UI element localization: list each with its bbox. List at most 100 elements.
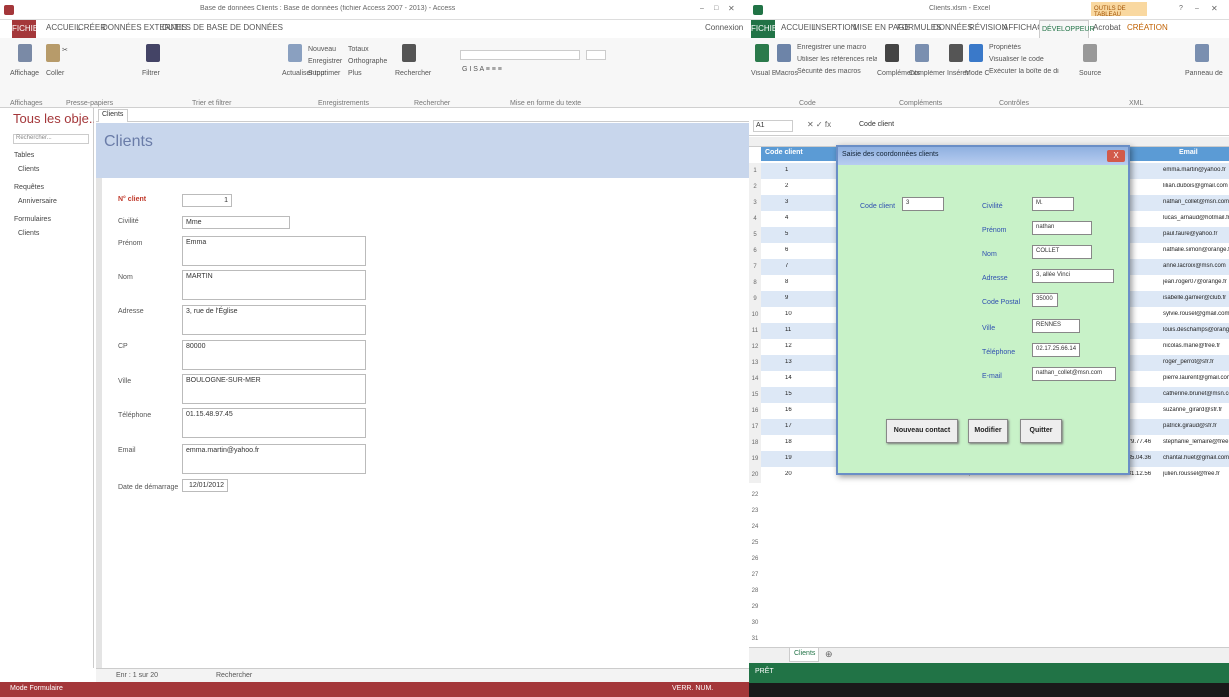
add-sheet-icon[interactable]: ⊕ — [825, 649, 833, 660]
cell-code-client[interactable]: 13 — [785, 359, 815, 365]
xl-tab-design[interactable]: CRÉATION — [1127, 23, 1168, 32]
ville-input[interactable]: RENNES — [1032, 319, 1080, 333]
adresse-input[interactable]: 3, allée Vinci — [1032, 269, 1114, 283]
cell-email[interactable]: stephanie_lemaire@free.com — [1163, 439, 1229, 445]
nav-item-table-clients[interactable]: Clients — [18, 166, 39, 173]
find-button[interactable]: Rechercher — [395, 70, 431, 77]
tab-clients-form[interactable]: Clients — [98, 109, 128, 122]
cell-code-client[interactable]: 8 — [785, 279, 815, 285]
cell-email[interactable]: lucas_arnaud@hotmail.fr — [1163, 215, 1229, 221]
filter-icon[interactable] — [146, 44, 160, 62]
nav-pane-header[interactable]: Tous les obje... — [10, 108, 94, 130]
code-postal-input[interactable]: 35000 — [1032, 293, 1058, 307]
client-number-field[interactable]: 1 — [182, 194, 232, 207]
cell-email[interactable]: patrick.giraud@sfr.fr — [1163, 423, 1229, 429]
email-input[interactable]: nathan_collet@msn.com — [1032, 367, 1116, 381]
view-code-button[interactable]: Visualiser le code — [989, 56, 1049, 63]
start-date-field[interactable]: 12/01/2012 — [182, 479, 228, 492]
macros-icon[interactable] — [777, 44, 791, 62]
macro-security-button[interactable]: Sécurité des macros — [797, 68, 877, 75]
cell-code-client[interactable]: 3 — [785, 199, 815, 205]
cell-code-client[interactable]: 5 — [785, 231, 815, 237]
cell-email[interactable]: nathan_collet@msn.com — [1163, 199, 1229, 205]
nav-section-forms[interactable]: Formulaires — [14, 216, 51, 223]
cell-email[interactable]: louis.deschamps@orange.fr — [1163, 327, 1229, 333]
paste-button[interactable]: Coller — [46, 70, 64, 77]
xl-close-icon[interactable]: ✕ — [1211, 4, 1218, 13]
view-icon[interactable] — [18, 44, 32, 62]
format-buttons[interactable]: G I S A ≡ ≡ ≡ — [462, 66, 502, 73]
filter-button[interactable]: Filtrer — [142, 70, 160, 77]
visual-basic-button[interactable]: Visual Basic — [751, 70, 775, 77]
com-addins-icon[interactable] — [915, 44, 929, 62]
nav-item-form-clients[interactable]: Clients — [18, 230, 39, 237]
cell-email[interactable]: nicolas.marie@free.fr — [1163, 343, 1229, 349]
refresh-icon[interactable] — [288, 44, 302, 62]
document-panel-button[interactable]: Panneau de document — [1185, 70, 1225, 77]
nav-section-queries[interactable]: Requêtes — [14, 184, 44, 191]
sign-in-link[interactable]: Connexion — [705, 23, 743, 32]
cell-email[interactable]: lilian.dubois@gmail.com — [1163, 183, 1229, 189]
xl-tab-file[interactable]: FICHIER — [751, 20, 783, 38]
xml-source-icon[interactable] — [1083, 44, 1097, 62]
sheet-tab-clients[interactable]: Clients — [789, 648, 819, 662]
cell-email[interactable]: suzanne_girard@sfr.fr — [1163, 407, 1229, 413]
cell-email[interactable]: catherine.brunet@msn.com — [1163, 391, 1229, 397]
lastname-field[interactable]: MARTIN — [182, 270, 366, 300]
paste-icon[interactable] — [46, 44, 60, 62]
xml-source-button[interactable]: Source — [1079, 70, 1101, 77]
xl-tab-data[interactable]: DONNÉES — [933, 23, 973, 32]
civilite-combo[interactable]: M. — [1032, 197, 1074, 211]
nav-item-query-anniversaire[interactable]: Anniversaire — [18, 198, 57, 205]
email-field[interactable]: emma.martin@yahoo.fr — [182, 444, 366, 474]
xl-minimize-icon[interactable]: ? — [1179, 5, 1183, 12]
maximize-icon[interactable]: □ — [714, 5, 718, 12]
civility-combo[interactable]: Mme — [182, 216, 290, 229]
quit-button[interactable]: Quitter — [1020, 419, 1062, 443]
cell-email[interactable]: julien.roussel@free.fr — [1163, 471, 1229, 477]
xl-tab-insert[interactable]: INSERTION — [813, 23, 856, 32]
spelling-button[interactable]: Orthographe — [348, 58, 387, 65]
design-mode-icon[interactable] — [969, 44, 983, 62]
cell-email[interactable]: chantal.huet@gmail.com — [1163, 455, 1229, 461]
cell-email[interactable]: sylvie.rousel@gmail.com — [1163, 311, 1229, 317]
xl-restore-icon[interactable]: – — [1195, 5, 1199, 12]
cell-code-client[interactable]: 14 — [785, 375, 815, 381]
save-record-button[interactable]: Enregistrer — [308, 58, 342, 65]
find-icon[interactable] — [402, 44, 416, 62]
visual-basic-icon[interactable] — [755, 44, 769, 62]
record-search-box[interactable]: Rechercher — [216, 672, 252, 679]
cell-code-client[interactable]: 19 — [785, 455, 815, 461]
cell-code-client[interactable]: 6 — [785, 247, 815, 253]
telephone-input[interactable]: 02.17.25.66.14 — [1032, 343, 1080, 357]
xl-tab-acrobat[interactable]: Acrobat — [1093, 23, 1121, 32]
minimize-icon[interactable]: – — [700, 5, 704, 12]
dialog-close-icon[interactable]: X — [1107, 150, 1125, 162]
nom-input[interactable]: COLLET — [1032, 245, 1092, 259]
run-dialog-button[interactable]: Exécuter la boîte de dialogue — [989, 68, 1059, 75]
cell-email[interactable]: anne.lacroix@msn.com — [1163, 263, 1229, 269]
prenom-input[interactable]: nathan — [1032, 221, 1092, 235]
com-addins-button[interactable]: Compléments COM — [909, 70, 945, 77]
tab-database-tools[interactable]: OUTILS DE BASE DE DONNÉES — [162, 23, 283, 32]
properties-button[interactable]: Propriétés — [989, 44, 1049, 51]
code-client-combo[interactable]: 3 — [902, 197, 944, 211]
cell-code-client[interactable]: 10 — [785, 311, 815, 317]
cell-code-client[interactable]: 20 — [785, 471, 815, 477]
cell-email[interactable]: roger_perrot@sfr.fr — [1163, 359, 1229, 365]
font-name-select[interactable] — [460, 50, 580, 60]
firstname-field[interactable]: Emma — [182, 236, 366, 266]
close-icon[interactable]: ✕ — [728, 4, 735, 13]
document-panel-icon[interactable] — [1195, 44, 1209, 62]
cell-email[interactable]: pierre.laurent@gmail.com — [1163, 375, 1229, 381]
city-field[interactable]: BOULOGNE-SUR-MER — [182, 374, 366, 404]
header-code-client[interactable]: Code client — [765, 149, 803, 156]
cell-email[interactable]: paul.faure@yahoo.fr — [1163, 231, 1229, 237]
cell-code-client[interactable]: 7 — [785, 263, 815, 269]
cell-code-client[interactable]: 18 — [785, 439, 815, 445]
totals-button[interactable]: Totaux — [348, 46, 369, 53]
cell-email[interactable]: isabelle.garnier@club.fr — [1163, 295, 1229, 301]
cell-code-client[interactable]: 9 — [785, 295, 815, 301]
insert-control-icon[interactable] — [949, 44, 963, 62]
xl-tab-home[interactable]: ACCUEIL — [781, 23, 816, 32]
